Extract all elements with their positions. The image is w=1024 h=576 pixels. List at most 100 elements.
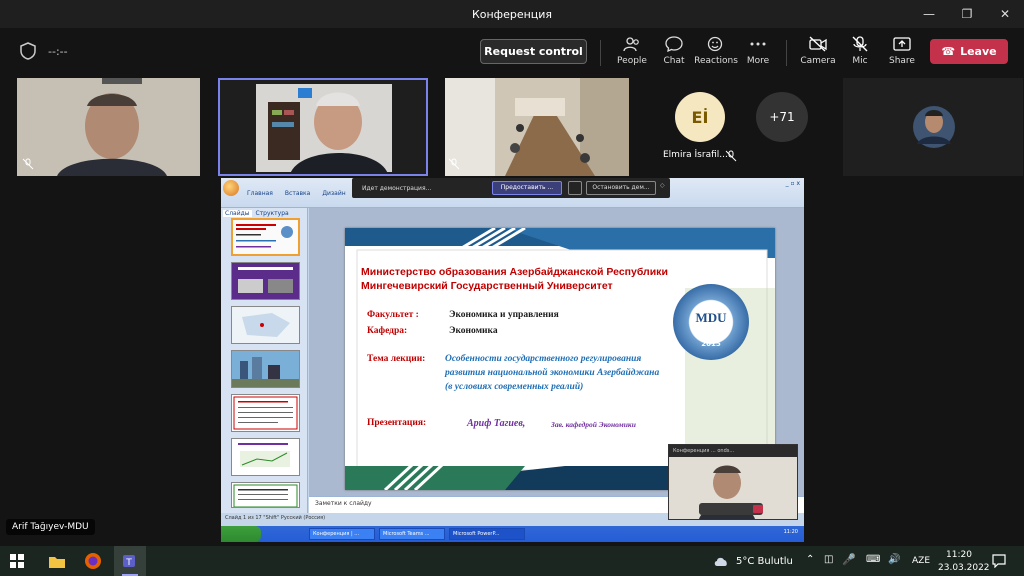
tab-insert[interactable]: Вставка: [285, 190, 310, 197]
weather-text[interactable]: 5°C Bulutlu: [736, 556, 793, 567]
leave-label: Leave: [960, 45, 997, 58]
notification-icon[interactable]: [992, 554, 1006, 568]
participant-video: [445, 78, 629, 176]
slide-thumbnail[interactable]: [231, 482, 300, 508]
logo-year: 2015: [701, 340, 721, 348]
tab-slides[interactable]: Слайды: [223, 210, 252, 217]
keyboard-icon[interactable]: ⌨: [866, 554, 880, 565]
participant-tile-avatar[interactable]: [843, 78, 1023, 176]
participant-video: [256, 84, 392, 174]
chair-value: Экономика: [449, 326, 498, 336]
divider: [600, 40, 601, 66]
ribbon-tabs: Главная Вставка Дизайн: [247, 190, 346, 197]
mic-off-icon: [725, 150, 737, 162]
mic-button[interactable]: Mic: [838, 36, 882, 70]
taskbar-item[interactable]: Microsoft PowerP...: [449, 528, 525, 540]
windows-taskbar: T 5°C Bulutlu ⌃ ◫ 🎤 ⌨ 🔊 AZE 11:20 23.03.…: [0, 546, 1024, 576]
meeting-timer: --:--: [48, 45, 68, 58]
taskbar-item[interactable]: Microsoft Teams ...: [379, 528, 445, 540]
request-control-button[interactable]: Request control: [480, 39, 587, 64]
avatar: [913, 106, 955, 148]
minimize-button[interactable]: —: [910, 0, 948, 28]
pin-icon[interactable]: ◇: [660, 182, 665, 189]
title-bar: Конференция — ❐ ✕: [0, 0, 1024, 28]
svg-text:T: T: [125, 558, 132, 568]
office-button-icon[interactable]: [223, 180, 239, 196]
tab-home[interactable]: Главная: [247, 190, 273, 197]
start-button[interactable]: [221, 526, 261, 542]
windows-start-icon[interactable]: [10, 554, 24, 568]
firefox-icon[interactable]: [84, 552, 102, 570]
slide-thumbnail[interactable]: [231, 394, 300, 432]
share-label: Share: [889, 56, 915, 66]
camera-off-icon: [809, 36, 827, 52]
sharing-status: Идет демонстрация...: [362, 184, 432, 192]
close-window-button[interactable]: ✕: [986, 0, 1024, 28]
input-language[interactable]: AZE: [912, 556, 930, 566]
pip-icon[interactable]: [568, 181, 582, 195]
presenter-name-tag: Arif Tağıyev-MDU: [6, 519, 95, 535]
divider: [786, 40, 787, 66]
slide-university: Мингечевирский Государственный Университ…: [361, 280, 613, 292]
slide-thumbnails-pane: Слайды Структура: [221, 208, 308, 513]
more-icon: [750, 42, 766, 46]
participant-tile-1[interactable]: [17, 78, 200, 176]
give-control-button[interactable]: Предоставить ...: [492, 181, 562, 195]
teams-taskbar-button[interactable]: T: [114, 546, 146, 576]
reactions-button[interactable]: Reactions: [694, 36, 738, 70]
self-view[interactable]: Конференция ... onds...: [668, 444, 798, 520]
volume-icon[interactable]: 🔊: [888, 554, 900, 565]
teams-icon: T: [123, 555, 135, 568]
mic-off-icon: [22, 158, 34, 170]
slide-thumbnail[interactable]: [231, 218, 300, 256]
window-controls: — ❐ ✕: [910, 0, 1024, 28]
mic-off-icon: [448, 158, 460, 170]
participant-tile-classroom[interactable]: [445, 78, 629, 176]
screen-share-banner: Идет демонстрация... Предоставить ... Ос…: [352, 178, 670, 198]
faculty-label: Факультет :: [367, 310, 419, 320]
chat-button[interactable]: Chat: [652, 36, 696, 70]
clock-date[interactable]: 23.03.2022: [938, 563, 990, 573]
slide-thumbnail[interactable]: [231, 438, 300, 476]
tab-outline[interactable]: Структура: [256, 210, 289, 217]
slide-thumbnail[interactable]: [231, 350, 300, 388]
network-icon[interactable]: ◫: [824, 554, 833, 565]
self-view-title: Конференция ... onds...: [669, 445, 797, 457]
mic-label: Mic: [852, 56, 868, 66]
share-button[interactable]: Share: [880, 36, 924, 70]
taskbar-item[interactable]: Конференция | ...: [309, 528, 375, 540]
people-icon: [623, 37, 639, 52]
ppt-window-controls[interactable]: _ ▫ x: [786, 180, 800, 187]
maximize-button[interactable]: ❐: [948, 0, 986, 28]
university-logo: MDU 2015: [673, 284, 749, 360]
people-button[interactable]: People: [610, 36, 654, 70]
stop-presenting-button[interactable]: Остановить дем...: [586, 181, 656, 195]
topic-line-3: (в условиях современных реалий): [445, 382, 584, 392]
meeting-toolbar: --:-- Request control People Chat Reacti…: [0, 28, 1024, 76]
leave-button[interactable]: ☎ Leave: [930, 39, 1008, 64]
tab-design[interactable]: Дизайн: [322, 190, 345, 197]
faculty-value: Экономика и управления: [449, 310, 559, 320]
microphone-tray-icon[interactable]: 🎤: [842, 553, 856, 566]
overflow-participants[interactable]: +71: [756, 92, 808, 142]
more-button[interactable]: More: [736, 36, 780, 70]
chat-label: Chat: [663, 56, 685, 66]
participant-tile-elmira[interactable]: Eİ Elmira İsrafil...: [655, 78, 765, 176]
slide-thumbnail[interactable]: [231, 306, 300, 344]
avatar: Eİ: [675, 92, 725, 142]
shared-clock: 11:20: [783, 529, 798, 535]
camera-button[interactable]: Camera: [796, 36, 840, 70]
chat-icon: [665, 36, 683, 52]
tray-chevron-icon[interactable]: ⌃: [806, 554, 814, 565]
phone-hangup-icon: ☎: [941, 45, 956, 58]
participant-tile-active-speaker[interactable]: [218, 78, 428, 176]
weather-icon: [714, 557, 727, 566]
clock-time[interactable]: 11:20: [946, 550, 972, 560]
participant-name: Elmira İsrafil...: [663, 150, 728, 160]
participant-video: [17, 78, 200, 176]
topic-line-1: Особенности государственного регулирован…: [445, 354, 642, 364]
file-explorer-icon[interactable]: [48, 552, 66, 570]
slide-thumbnail[interactable]: [231, 262, 300, 300]
chair-label: Кафедра:: [367, 326, 408, 336]
mic-off-icon: [852, 36, 868, 52]
